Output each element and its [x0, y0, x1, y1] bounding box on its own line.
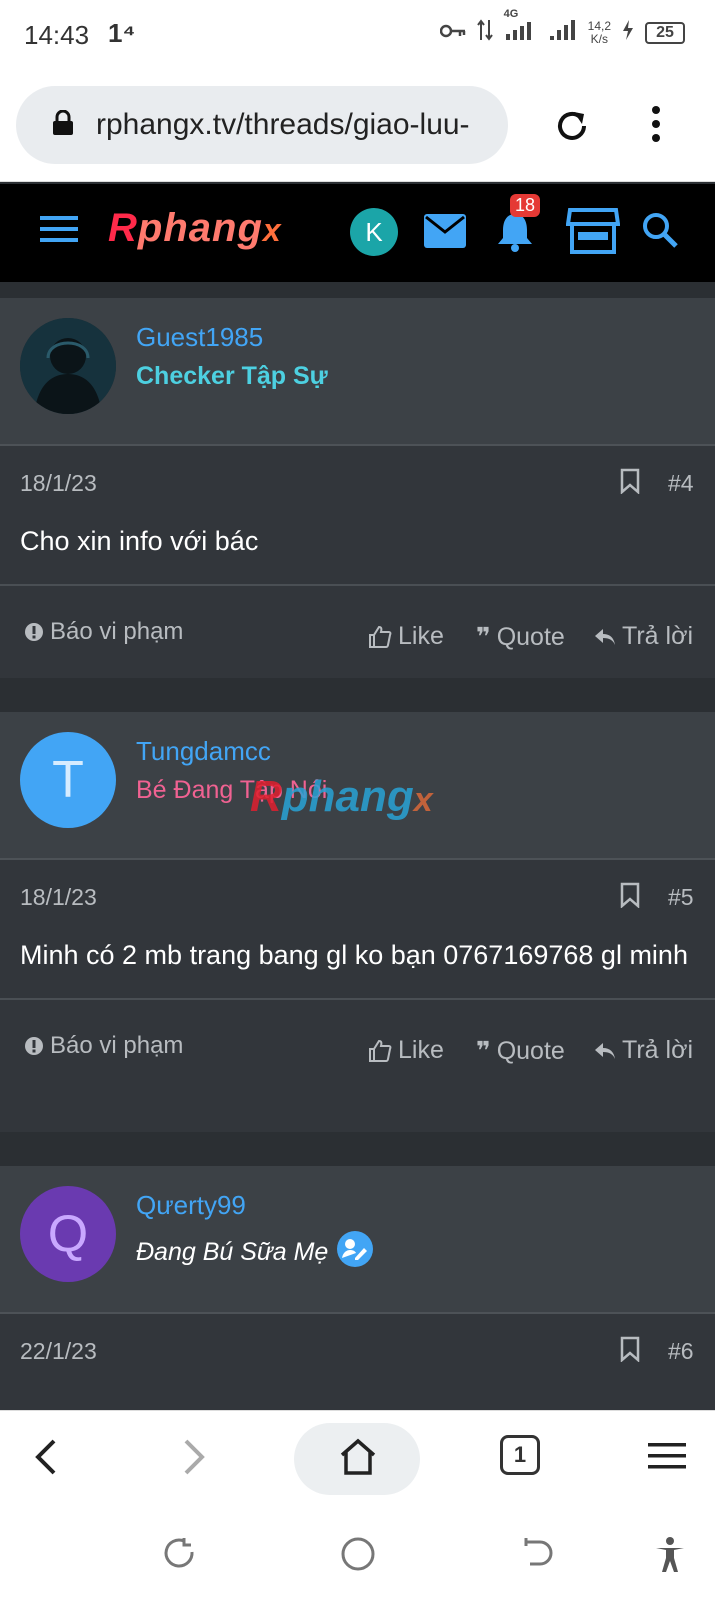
address-field[interactable]: rphangx.tv/threads/giao-luu- [16, 86, 508, 164]
post-number[interactable]: #5 [668, 884, 694, 911]
username[interactable]: Guest1985 [136, 322, 263, 353]
post-meta: 18/1/23 #5 [0, 860, 715, 934]
notification-badge: 18 [510, 194, 541, 217]
menu-icon[interactable] [648, 1441, 686, 1476]
hamburger-menu-icon[interactable] [40, 214, 78, 249]
post-number[interactable]: #6 [668, 1338, 694, 1365]
store-icon[interactable] [565, 206, 621, 261]
username[interactable]: Qưerty99 [136, 1190, 246, 1221]
report-button[interactable]: Báo vi phạm [24, 1032, 183, 1060]
reply-button[interactable]: Trả lời [594, 1036, 693, 1065]
like-button[interactable]: Like [368, 622, 444, 651]
bell-icon[interactable] [496, 210, 534, 257]
verified-badge-icon [336, 1230, 374, 1275]
battery-indicator: 25 [645, 22, 685, 44]
status-bar: 14:43 1⁴ 4G 14,2 K/s 25 [0, 0, 715, 76]
post-date[interactable]: 18/1/23 [20, 470, 97, 497]
search-icon[interactable] [640, 210, 680, 255]
signal-icon [548, 18, 578, 48]
reload-icon[interactable] [552, 106, 592, 151]
bookmark-icon[interactable] [620, 1336, 640, 1367]
reply-button[interactable]: Trả lời [594, 622, 693, 651]
avatar[interactable]: Q [20, 1186, 116, 1282]
browser-bottom-bar: 1 [0, 1410, 715, 1506]
post-number[interactable]: #4 [668, 470, 694, 497]
bookmark-icon[interactable] [620, 468, 640, 499]
url-text: rphangx.tv/threads/giao-luu- [96, 108, 470, 141]
back-icon[interactable] [32, 1437, 62, 1482]
quote-button[interactable]: ❞ Quote [476, 1036, 565, 1066]
quote-icon: ❞ [476, 1037, 491, 1065]
post: Guest1985 Checker Tập Sự 18/1/23 #4 Cho … [0, 298, 715, 678]
home-circle-icon[interactable] [340, 1536, 376, 1577]
post-meta: 22/1/23 #6 [0, 1314, 715, 1388]
system-navigation-bar [0, 1506, 715, 1600]
post-date[interactable]: 22/1/23 [20, 1338, 97, 1365]
status-extra: 1⁴ [108, 18, 136, 48]
status-icons: 4G 14,2 K/s 25 [439, 8, 685, 48]
avatar[interactable]: T [20, 732, 116, 828]
post-meta: 18/1/23 #4 [0, 446, 715, 520]
watermark-logo: Rphangx [250, 772, 433, 821]
data-transfer-icon [476, 18, 494, 48]
site-logo[interactable]: Rphangx [108, 206, 282, 251]
username[interactable]: Tungdamcc [136, 736, 271, 767]
more-options-icon[interactable] [650, 104, 662, 149]
tab-switcher[interactable]: 1 [500, 1435, 540, 1475]
recent-apps-icon[interactable] [162, 1536, 196, 1575]
post-body: Cho xin info với bác [0, 520, 715, 586]
post-actions: Báo vi phạm Like ❞ Quote Trả lời [0, 586, 715, 682]
network-speed: 14,2 K/s [587, 19, 611, 46]
like-button[interactable]: Like [368, 1036, 444, 1065]
post-actions: Báo vi phạm Like ❞ Quote Trả lời [0, 1000, 715, 1096]
signal-4g-icon: 4G [504, 8, 538, 48]
report-button[interactable]: Báo vi phạm [24, 618, 183, 646]
browser-url-bar: rphangx.tv/threads/giao-luu- [0, 76, 715, 182]
user-title: Checker Tập Sự [136, 362, 328, 390]
clock: 14:43 [24, 20, 90, 50]
mail-icon[interactable] [424, 214, 466, 253]
quote-icon: ❞ [476, 623, 491, 651]
post-user-header: Guest1985 Checker Tập Sự [0, 298, 715, 446]
charging-icon [621, 19, 635, 47]
system-back-icon[interactable] [520, 1536, 554, 1575]
vpn-key-icon [439, 22, 466, 45]
post-body: Minh có 2 mb trang bang gl ko bạn 076716… [0, 934, 715, 1000]
bookmark-icon[interactable] [620, 882, 640, 913]
accessibility-icon[interactable] [654, 1536, 686, 1579]
home-icon[interactable] [338, 1437, 378, 1482]
site-header: Rphangx K 18 [0, 184, 715, 282]
user-avatar[interactable]: K [350, 208, 398, 256]
avatar[interactable] [20, 318, 116, 414]
lock-icon [52, 109, 74, 141]
post-date[interactable]: 18/1/23 [20, 884, 97, 911]
quote-button[interactable]: ❞ Quote [476, 622, 565, 652]
post-user-header: Q Qưerty99 Đang Bú Sữa Mẹ [0, 1166, 715, 1314]
user-title: Đang Bú Sữa Mẹ [136, 1230, 374, 1275]
post: Q Qưerty99 Đang Bú Sữa Mẹ 22/1/23 #6 [0, 1166, 715, 1410]
forward-icon[interactable] [178, 1437, 208, 1482]
